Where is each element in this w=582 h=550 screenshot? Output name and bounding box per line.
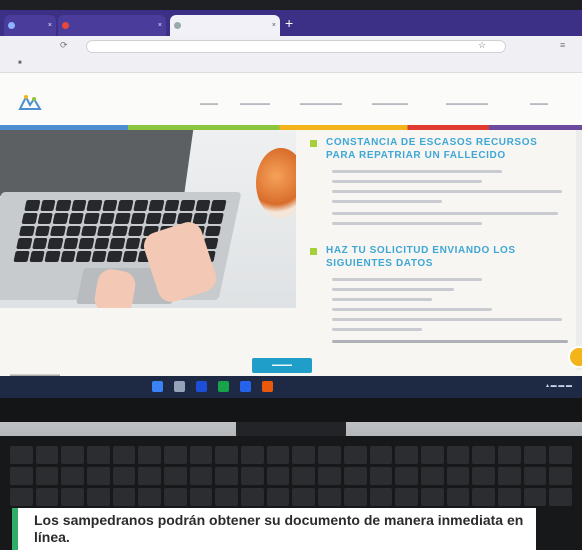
blurred-text-line [332, 190, 562, 193]
taskbar-app-icon [174, 381, 185, 392]
blurred-text-line [332, 298, 432, 301]
new-tab-icon: + [285, 15, 294, 31]
menu-icon: ≡ [560, 40, 566, 50]
nav-menu-item: ▬▬▬▬▬▬▬ [300, 101, 342, 107]
section-title: PARA REPATRIAR UN FALLECIDO [326, 150, 506, 161]
address-bar [86, 40, 506, 53]
laptop-lid [0, 130, 197, 196]
nav-menu-item: ▬▬▬▬▬▬ [372, 101, 408, 107]
bookmarks-bar: ■ [0, 58, 582, 73]
section-title: SIGUIENTES DATOS [326, 258, 434, 269]
photo-caption: Los sampedranos podrán obtener su docume… [34, 512, 524, 545]
tab-favicon-icon [174, 22, 181, 29]
system-tray: ▴ ▬ ▬ ▬ [545, 383, 572, 389]
close-icon: × [157, 22, 162, 29]
bookmark-item: ■ [18, 60, 22, 66]
browser-toolbar: ⟳ ☆ ≡ [0, 36, 582, 59]
taskbar-app-icon [196, 381, 207, 392]
tab-favicon-icon [62, 22, 69, 29]
taskbar-app-icon [218, 381, 229, 392]
blurred-text-line [332, 340, 568, 343]
blurred-text-line [332, 180, 482, 183]
section-title: HAZ TU SOLICITUD ENVIANDO LOS [326, 245, 516, 256]
blurred-button: ▬▬▬▬ [252, 358, 312, 373]
blurred-text-line [332, 308, 492, 311]
blurred-text-line [332, 278, 482, 281]
section-bullet-icon [310, 248, 317, 255]
blurred-text-line [332, 318, 562, 321]
blurred-text-line [332, 200, 442, 203]
monitor-screen: × × × + ⟳ ☆ ≡ ■ ▬▬▬ ▬▬▬▬▬ ▬▬▬▬▬▬▬ ▬▬▬▬▬▬… [0, 10, 582, 398]
blurred-text-line [332, 222, 482, 225]
blurred-text-line [332, 212, 558, 215]
nav-menu-item: ▬▬▬▬▬ [240, 101, 270, 107]
close-icon: × [271, 22, 276, 29]
close-icon: × [47, 22, 52, 29]
nav-menu-item: ▬▬▬▬▬▬▬ [446, 101, 488, 107]
section-title: CONSTANCIA DE ESCASOS RECURSOS [326, 137, 538, 148]
laptop-photo [0, 130, 296, 308]
tab-favicon-icon [8, 22, 15, 29]
browser-tab-active: × [170, 15, 280, 36]
blurred-text-line [332, 288, 454, 291]
windows-start-icon [152, 381, 163, 392]
blurred-text-line [332, 328, 422, 331]
site-header: ▬▬▬ ▬▬▬▬▬ ▬▬▬▬▬▬▬ ▬▬▬▬▬▬ ▬▬▬▬▬▬▬ ▬▬▬ [0, 73, 582, 125]
blurred-text-line [332, 170, 502, 173]
news-photo: × × × + ⟳ ☆ ≡ ■ ▬▬▬ ▬▬▬▬▬ ▬▬▬▬▬▬▬ ▬▬▬▬▬▬… [0, 0, 582, 550]
firefox-icon [262, 381, 273, 392]
taskbar-app-icon [240, 381, 251, 392]
browser-tab: × [4, 15, 56, 36]
browser-tab-bar: × × × + [0, 10, 582, 36]
monitor-bezel [0, 398, 582, 422]
refresh-icon: ⟳ [60, 40, 68, 50]
monitor: × × × + ⟳ ☆ ≡ ■ ▬▬▬ ▬▬▬▬▬ ▬▬▬▬▬▬▬ ▬▬▬▬▬▬… [0, 0, 582, 422]
nav-menu-item: ▬▬▬ [200, 101, 218, 107]
page-scrollbar [576, 130, 582, 370]
windows-taskbar: ▴ ▬ ▬ ▬ [0, 376, 582, 398]
fruit-bowl [256, 148, 296, 218]
browser-tab: × [58, 15, 166, 36]
bookmark-star-icon: ☆ [478, 40, 487, 50]
requirements-panel: CONSTANCIA DE ESCASOS RECURSOS PARA REPA… [296, 130, 582, 370]
section-bullet-icon [310, 140, 317, 147]
keyboard-keys [10, 446, 572, 506]
caption-accent-bar [12, 508, 18, 550]
nav-menu-item: ▬▬▬ [530, 101, 548, 107]
municipal-logo-icon [18, 94, 42, 110]
